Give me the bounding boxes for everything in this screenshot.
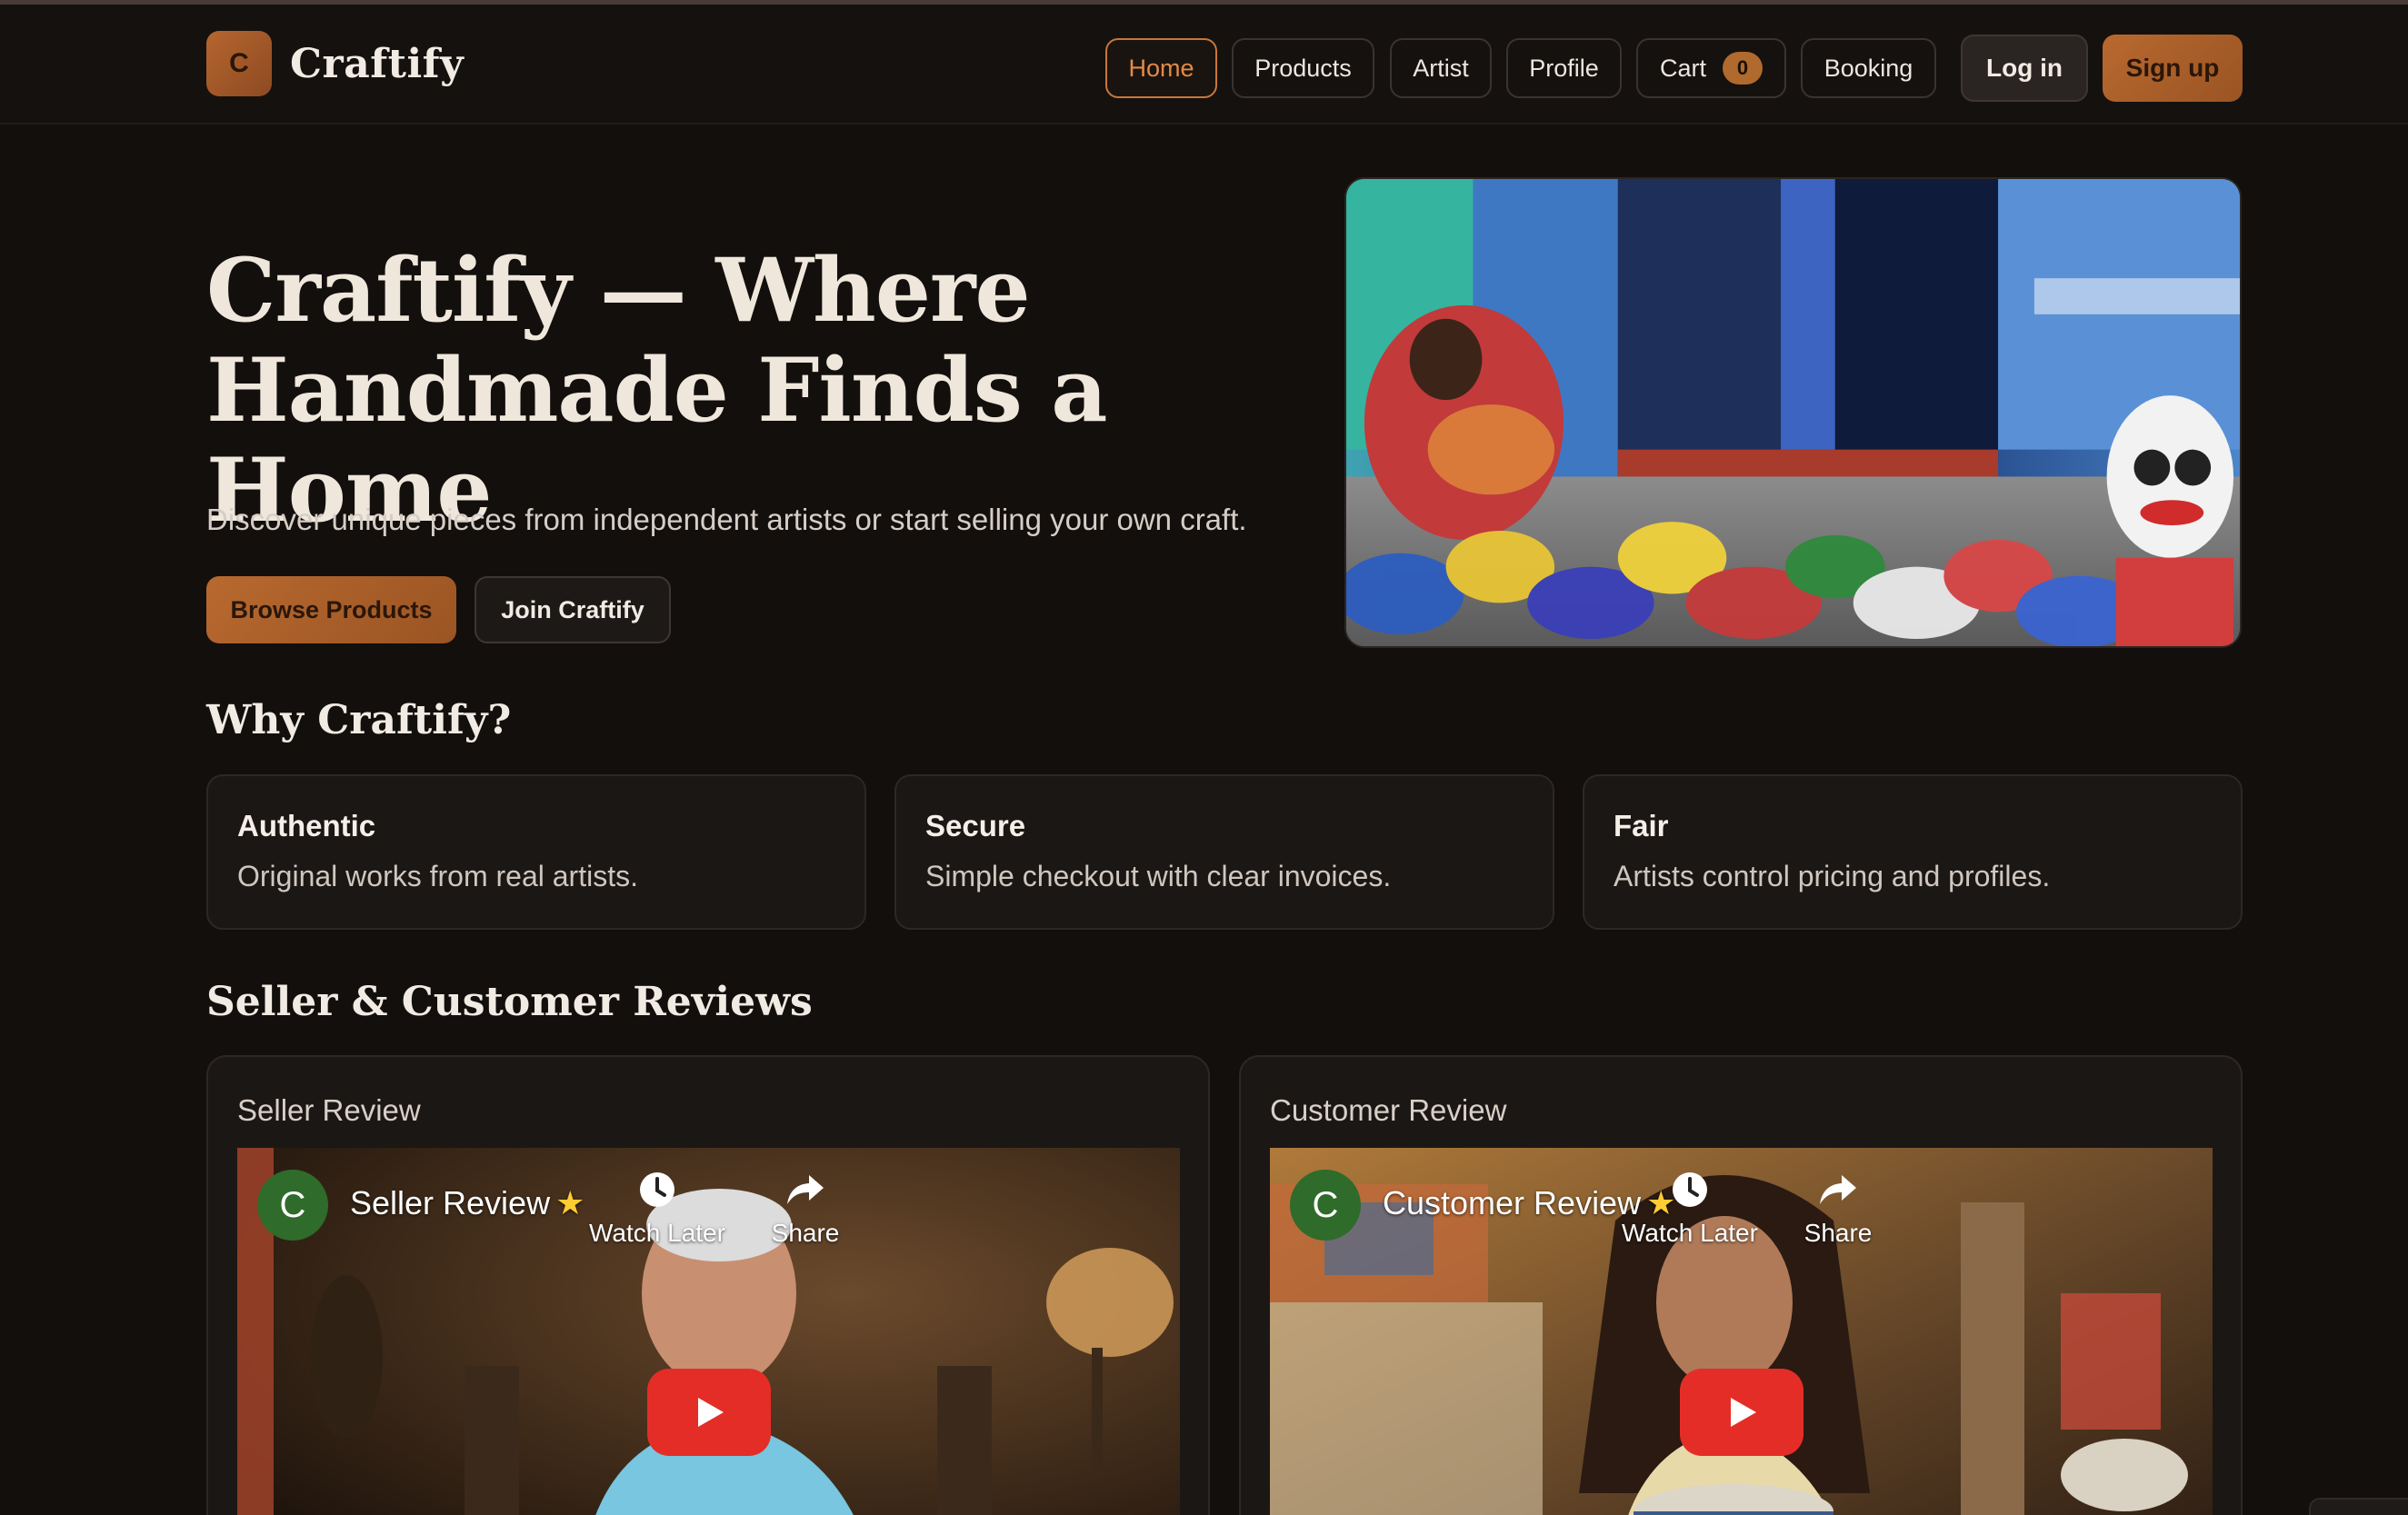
floating-widget-edge[interactable] — [2309, 1498, 2408, 1515]
share-button[interactable]: Share — [1756, 1170, 1920, 1248]
feature-title: Fair — [1614, 809, 1669, 842]
video-title[interactable]: Seller Review ★ — [350, 1184, 585, 1222]
nav-products-label: Products — [1254, 54, 1352, 82]
nav-home[interactable]: Home — [1105, 38, 1217, 98]
why-section-title: Why Craftify? — [206, 697, 512, 743]
nav-profile[interactable]: Profile — [1506, 38, 1622, 98]
brand-logo-mark: C — [206, 31, 272, 96]
nav-profile-label: Profile — [1529, 54, 1599, 82]
watch-later-label: Watch Later — [589, 1219, 725, 1247]
watch-later-label: Watch Later — [1622, 1219, 1758, 1247]
play-button[interactable] — [1680, 1369, 1804, 1456]
browse-products-button[interactable]: Browse Products — [206, 576, 456, 643]
brand-logo-link[interactable]: C Craftify — [206, 31, 464, 96]
customer-review-card: Customer Review C Customer Review ★ Watc… — [1239, 1055, 2243, 1515]
video-title-text: Customer Review — [1383, 1184, 1642, 1221]
watch-later-button[interactable]: Watch Later — [575, 1170, 739, 1248]
nav-booking[interactable]: Booking — [1801, 38, 1936, 98]
share-arrow-icon — [1820, 1175, 1856, 1204]
video-title-text: Seller Review — [350, 1184, 551, 1221]
feature-title: Secure — [925, 809, 1026, 842]
nav-cart-label: Cart — [1659, 54, 1706, 82]
feature-card-authentic: Authentic Original works from real artis… — [206, 774, 866, 930]
share-button[interactable]: Share — [724, 1170, 887, 1248]
join-craftify-button[interactable]: Join Craftify — [475, 576, 671, 643]
play-icon — [1731, 1398, 1756, 1427]
feature-description: Simple checkout with clear invoices. — [925, 860, 1392, 892]
customer-review-label: Customer Review — [1270, 1093, 1507, 1127]
login-button[interactable]: Log in — [1961, 35, 2088, 102]
nav-products[interactable]: Products — [1232, 38, 1374, 98]
hero-title-line-1: Craftify — Where — [206, 239, 1031, 342]
top-navbar: C Craftify Home Products Artist Profile … — [0, 5, 2408, 125]
feature-card-fair: Fair Artists control pricing and profile… — [1583, 774, 2243, 930]
hero-subtitle: Discover unique pieces from independent … — [206, 503, 1247, 536]
share-label: Share — [1804, 1219, 1873, 1247]
nav-artist-label: Artist — [1413, 54, 1469, 82]
channel-avatar[interactable]: C — [257, 1170, 328, 1241]
brand-name: Craftify — [290, 40, 465, 87]
nav-artist[interactable]: Artist — [1390, 38, 1492, 98]
signup-button[interactable]: Sign up — [2103, 35, 2243, 102]
clock-icon — [640, 1172, 674, 1207]
feature-title: Authentic — [237, 809, 376, 842]
share-arrow-icon — [787, 1175, 824, 1204]
seller-review-card: Seller Review C Seller Review ★ Watch La… — [206, 1055, 1210, 1515]
play-icon — [698, 1398, 724, 1427]
cart-count-badge: 0 — [1723, 52, 1763, 85]
hero-title: Craftify — Where Handmade Finds a Home — [206, 241, 1297, 541]
share-label: Share — [771, 1219, 840, 1247]
customer-review-video[interactable]: C Customer Review ★ Watch Later Share — [1270, 1148, 2213, 1515]
nav-cart[interactable]: Cart 0 — [1636, 38, 1786, 98]
feature-description: Artists control pricing and profiles. — [1614, 860, 2051, 892]
clock-icon — [1673, 1172, 1707, 1207]
watch-later-button[interactable]: Watch Later — [1608, 1170, 1772, 1248]
hero-artisan-photo — [1344, 177, 2242, 648]
seller-review-label: Seller Review — [237, 1093, 421, 1127]
play-button[interactable] — [647, 1369, 771, 1456]
feature-description: Original works from real artists. — [237, 860, 638, 892]
channel-avatar[interactable]: C — [1290, 1170, 1361, 1241]
nav-home-label: Home — [1128, 54, 1194, 82]
seller-review-video[interactable]: C Seller Review ★ Watch Later Share — [237, 1148, 1180, 1515]
reviews-section-title: Seller & Customer Reviews — [206, 979, 813, 1025]
nav-booking-label: Booking — [1823, 54, 1913, 82]
feature-card-secure: Secure Simple checkout with clear invoic… — [894, 774, 1554, 930]
